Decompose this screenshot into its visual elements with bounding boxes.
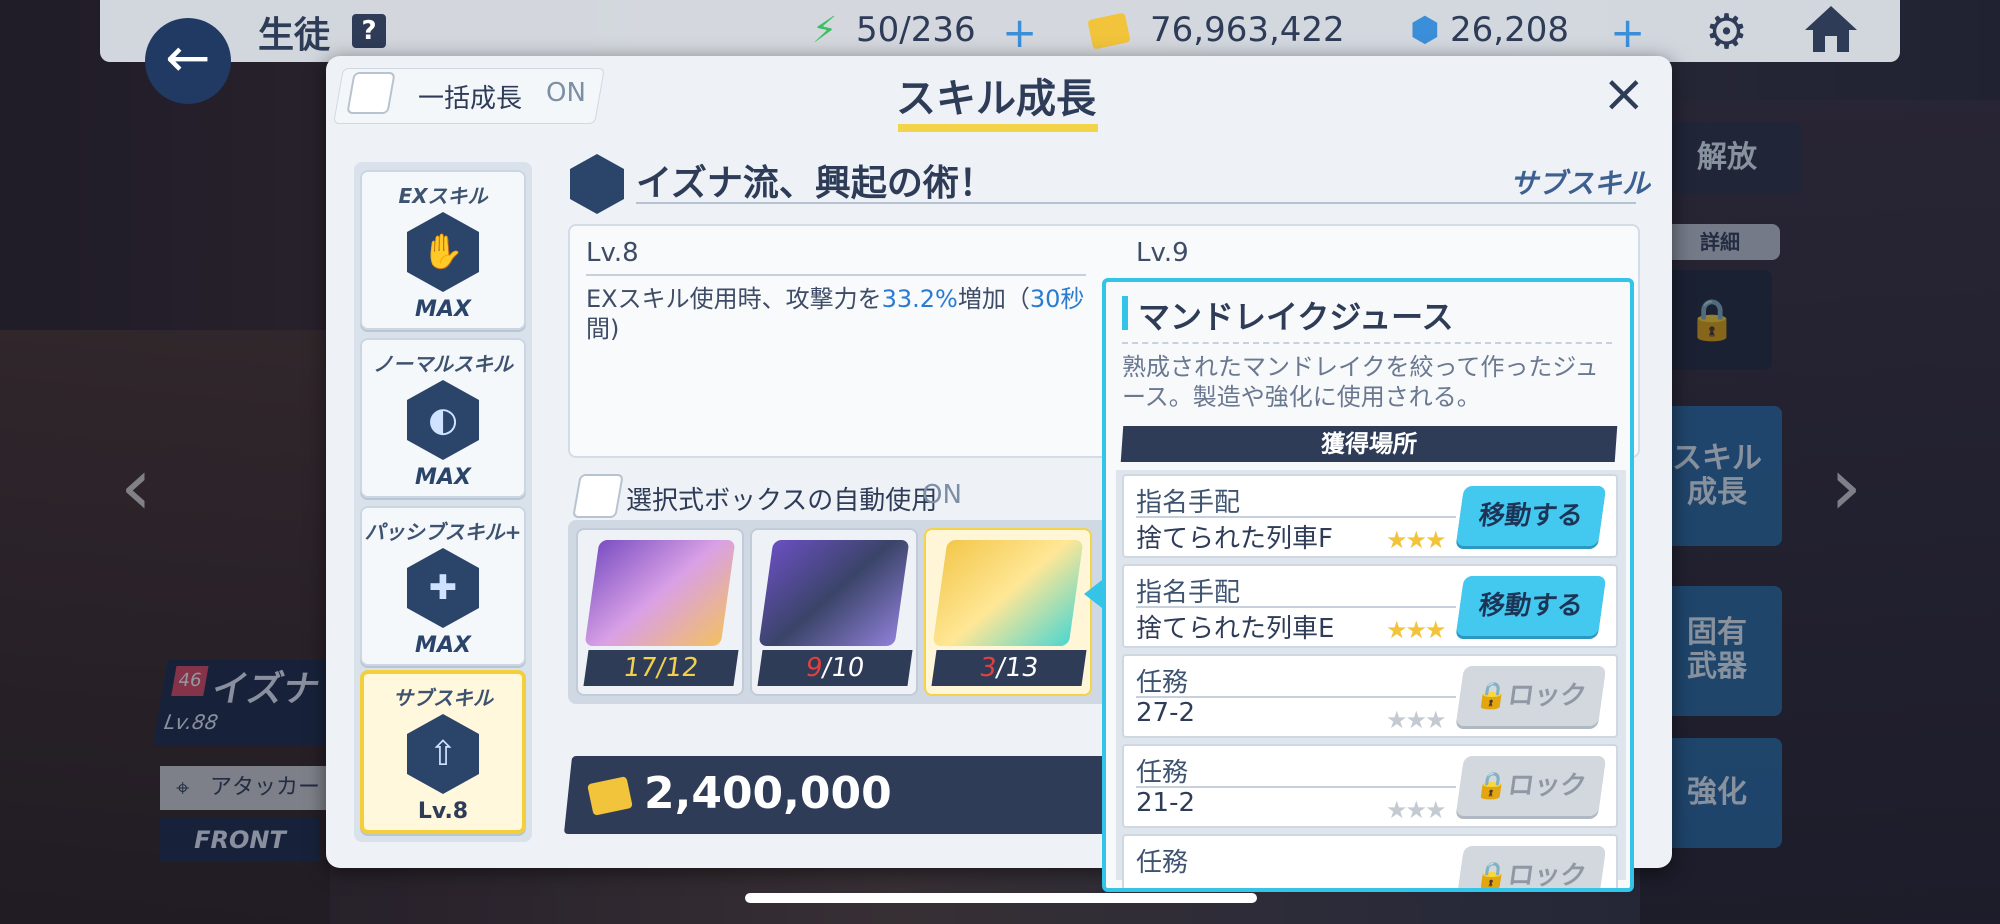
source-category: 任務 [1136, 668, 1189, 698]
ap-value: 50/236 [856, 10, 976, 50]
source-category: 任務 [1136, 848, 1189, 878]
star-rating: ★★★ [1386, 706, 1447, 734]
gem-value: 26,208 [1450, 10, 1569, 50]
skill-tab-normal[interactable]: ノーマルスキル ◐ MAX [360, 338, 526, 498]
lock-icon: 🔒 [1473, 681, 1511, 711]
bulk-growth-label: 一括成長 [418, 84, 523, 114]
close-icon[interactable]: × [1602, 64, 1646, 124]
auto-use-on: ON [922, 480, 962, 510]
current-level: Lv.8 [586, 238, 639, 268]
bulk-growth-on: ON [546, 78, 586, 108]
divider [636, 202, 1636, 204]
source-row: 任務 21-2 ★★★ 🔒ロック [1122, 744, 1618, 828]
skill-tab-label: ノーマルスキル [373, 352, 513, 376]
credit-icon [1087, 12, 1131, 50]
ap-bolt-icon: ⚡ [812, 10, 838, 51]
source-name: 27-2 [1136, 698, 1196, 728]
gear-icon[interactable]: ⚙ [1705, 4, 1748, 60]
skill-list: EXスキル ✋ MAX ノーマルスキル ◐ MAX パッシブスキル+ ✚ MAX… [354, 162, 532, 842]
material-count: 9/10 [757, 650, 913, 686]
skill-tab-label: パッシブスキル+ [364, 520, 522, 544]
skill-name: イズナ流、興起の術！ [636, 163, 995, 204]
title-accent [1122, 296, 1128, 330]
star-rating: ★★★ [1386, 796, 1447, 824]
game-screen: 解放 詳細 🔒 スキル 成長 固有 武器 強化 46 イズナ Lv.88 ⌖ ア… [0, 0, 2000, 924]
back-arrow-icon[interactable]: ← [145, 18, 231, 104]
normal-skill-icon: ◐ [407, 380, 479, 460]
credit-value: 76,963,422 [1150, 10, 1345, 50]
go-button[interactable]: 移動する [1455, 486, 1607, 546]
go-button[interactable]: 移動する [1455, 576, 1607, 636]
star-rating: ★★★ [1386, 616, 1447, 644]
top-bar: 生徒 ? ⚡ 50/236 + 76,963,422 ⬢ 26,208 + [100, 0, 1900, 62]
source-row: 任務 🔒ロック [1122, 834, 1618, 891]
skill-tab-label: サブスキル [393, 686, 493, 710]
material-item-selected[interactable]: 3/13 [924, 528, 1092, 696]
divider [586, 274, 1086, 276]
material-list: 17/12 9/10 3/13 [568, 520, 1128, 704]
sub-skill-gun-icon [570, 154, 624, 214]
next-level: Lv.9 [1136, 238, 1189, 268]
auto-use-label: 選択式ボックスの自動使用 [626, 486, 938, 516]
cube-icon [758, 540, 910, 646]
home-icon[interactable] [1803, 4, 1859, 54]
item-info-popup: マンドレイクジュース 熟成されたマンドレイクを絞って作ったジュース。製造や強化に… [1102, 278, 1634, 892]
source-name: 21-2 [1136, 788, 1196, 818]
bulk-growth-checkbox[interactable] [346, 72, 396, 114]
source-name: 捨てられた列車F [1136, 524, 1333, 554]
skill-status: Lv.8 [417, 799, 469, 824]
material-item[interactable]: 17/12 [576, 528, 744, 696]
item-description: 熟成されたマンドレイクを絞って作ったジュース。製造や強化に使用される。 [1122, 353, 1599, 411]
help-icon[interactable]: ? [352, 14, 386, 48]
star-rating: ★★★ [1386, 526, 1447, 554]
passive-skill-icon: ✚ [407, 548, 479, 628]
skill-description: EXスキル使用時、攻撃力を33.2%増加（30秒 間) [586, 285, 1085, 343]
home-indicator[interactable] [745, 893, 1257, 903]
locked-button[interactable]: 🔒ロック [1455, 666, 1607, 726]
skill-type: サブスキル [1510, 167, 1651, 200]
skill-tab-passive[interactable]: パッシブスキル+ ✚ MAX [360, 506, 526, 666]
cost-value: 2,400,000 [644, 768, 892, 819]
popup-pointer [1084, 580, 1102, 608]
skill-status: MAX [415, 297, 471, 322]
skill-status: MAX [415, 465, 471, 490]
lock-icon: 🔒 [1473, 861, 1511, 891]
item-name: マンドレイクジュース [1138, 298, 1454, 336]
skill-tab-sub[interactable]: サブスキル ⇧ Lv.8 [360, 670, 526, 834]
source-row: 指名手配 捨てられた列車F ★★★ 移動する [1122, 474, 1618, 558]
locked-button[interactable]: 🔒ロック [1455, 846, 1607, 891]
auto-use-checkbox[interactable] [572, 474, 624, 518]
source-category: 任務 [1136, 758, 1189, 788]
juice-icon [932, 540, 1084, 646]
gem-plus-button[interactable]: + [1610, 8, 1645, 57]
source-name: 捨てられた列車E [1136, 614, 1335, 644]
source-row: 任務 27-2 ★★★ 🔒ロック [1122, 654, 1618, 738]
gem-icon: ⬢ [1410, 10, 1440, 50]
source-category: 指名手配 [1136, 578, 1241, 608]
source-list: 指名手配 捨てられた列車F ★★★ 移動する 指名手配 捨てられた列車E ★★★… [1116, 470, 1626, 888]
source-header: 獲得場所 [1120, 426, 1618, 462]
ap-plus-button[interactable]: + [1002, 8, 1037, 57]
divider [1122, 342, 1612, 344]
page-title: 生徒 [258, 15, 331, 56]
source-category: 指名手配 [1136, 488, 1241, 518]
locked-button[interactable]: 🔒ロック [1455, 756, 1607, 816]
skill-status: MAX [415, 633, 471, 658]
title-underline [898, 124, 1098, 132]
skill-tab-label: EXスキル [398, 184, 488, 208]
modal-title: スキル成長 [896, 76, 1096, 122]
sub-skill-icon: ⇧ [407, 714, 479, 794]
material-count: 3/13 [931, 650, 1087, 686]
material-item[interactable]: 9/10 [750, 528, 918, 696]
skill-tab-ex[interactable]: EXスキル ✋ MAX [360, 170, 526, 330]
tech-notes-icon [584, 540, 736, 646]
ex-skill-hand-icon: ✋ [407, 212, 479, 292]
source-row: 指名手配 捨てられた列車E ★★★ 移動する [1122, 564, 1618, 648]
lock-icon: 🔒 [1473, 771, 1511, 801]
material-count: 17/12 [583, 650, 739, 686]
